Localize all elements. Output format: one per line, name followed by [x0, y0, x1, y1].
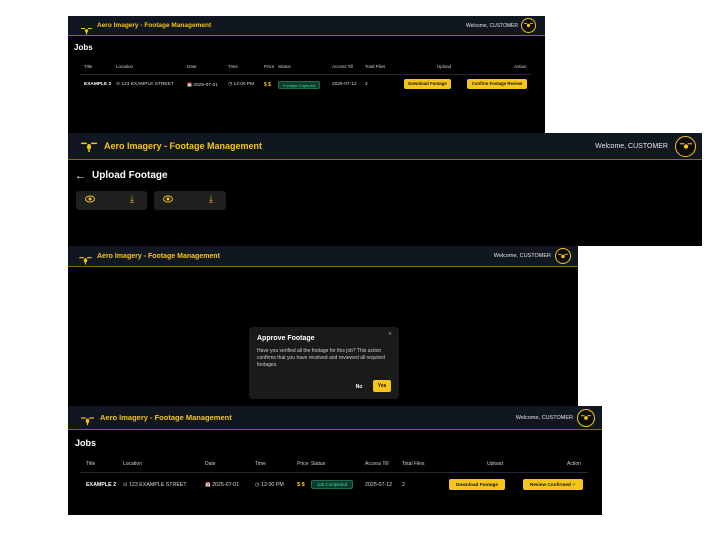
row-location-text: 123 EXAMPLE STREET [121, 82, 174, 87]
user-avatar-button[interactable] [555, 248, 571, 264]
col-status: Status [278, 64, 291, 69]
welcome-text: Welcome, CUSTOMER [493, 253, 551, 259]
yes-button[interactable]: Yes [373, 380, 391, 392]
row-date: 📅 2025-07-01 [205, 482, 239, 488]
col-time: Time [228, 64, 238, 69]
download-icon[interactable]: ⤓ [205, 194, 217, 205]
col-upload: Upload [437, 64, 452, 69]
jobs-panel-completed: Aero Imagery - Footage Management Welcom… [68, 406, 602, 515]
user-avatar-button[interactable] [675, 136, 696, 157]
app-title: Aero Imagery - Footage Management [100, 413, 232, 422]
drone-avatar-icon [524, 23, 533, 28]
row-price: $ $ [264, 82, 271, 88]
row-time-text: 12:00 PM [261, 482, 284, 488]
col-access-till: Access Till [365, 461, 389, 467]
row-date-text: 2025-07-01 [212, 482, 240, 488]
row-location: ⊙ 123 EXAMPLE STREET [123, 482, 187, 488]
welcome-text: Welcome, CUSTOMER [515, 415, 573, 421]
dialog-title: Approve Footage [257, 335, 315, 342]
col-access-till: Access Till [332, 64, 354, 69]
row-location: ⊙ 123 EXAMPLE STREET [116, 82, 174, 87]
user-avatar-button[interactable] [521, 18, 536, 33]
col-price: Price [297, 461, 309, 467]
col-action: Action [567, 461, 581, 467]
col-upload: Upload [487, 461, 503, 467]
page-title: Jobs [75, 438, 97, 448]
jobs-panel-captured: Aero Imagery - Footage Management Welcom… [68, 16, 545, 134]
row-time: ◷ 12:00 PM [255, 482, 284, 488]
col-total-files: Total Files [402, 461, 425, 467]
download-footage-button[interactable]: Download Footage [404, 79, 451, 89]
app-title: Aero Imagery - Footage Management [104, 141, 263, 151]
footage-tile: ⤓ [154, 191, 226, 210]
col-location: Location [123, 461, 142, 467]
col-time: Time [255, 461, 266, 467]
row-total-files: 2 [402, 482, 405, 488]
approve-footage-panel: Aero Imagery - Footage Management Welcom… [68, 246, 578, 406]
back-button[interactable]: ← [75, 170, 86, 182]
col-action: Action [514, 64, 527, 69]
clock-icon: ◷ [228, 82, 233, 87]
app-header: Aero Imagery - Footage Management Welcom… [68, 16, 545, 36]
col-date: Date [205, 461, 216, 467]
row-price: $ $ [297, 482, 305, 488]
drone-logo-icon [81, 22, 92, 34]
no-button[interactable]: No [352, 382, 366, 392]
dialog-message: Have you verified all the footage for th… [257, 348, 385, 368]
app-header: Aero Imagery - Footage Management Welcom… [68, 406, 602, 430]
status-badge: Footage Captured [278, 81, 320, 89]
drone-avatar-icon [679, 143, 692, 149]
drone-logo-icon [81, 413, 94, 425]
page-title: Upload Footage [92, 170, 168, 181]
eye-icon[interactable] [85, 195, 95, 205]
calendar-icon: 📅 [187, 82, 192, 87]
row-title: EXAMPLE 2 [86, 482, 117, 488]
approve-footage-dialog: × Approve Footage Have you verified all … [249, 327, 399, 399]
status-badge: Job Completed [311, 480, 353, 489]
arrow-left-icon: ← [75, 170, 86, 182]
col-status: Status [311, 461, 326, 467]
drone-avatar-icon [558, 253, 568, 258]
col-price: Price [264, 64, 275, 69]
row-date: 📅 2025-07-01 [187, 82, 218, 88]
row-time: ◷ 12:00 PM [228, 82, 254, 87]
drone-logo-icon [79, 252, 92, 264]
row-access-till: 2025-07-12 [332, 82, 357, 87]
pin-icon: ⊙ [116, 82, 121, 87]
row-total-files: 2 [365, 82, 368, 87]
header-divider [80, 472, 588, 473]
close-icon[interactable]: × [388, 331, 392, 338]
confirm-footage-review-button[interactable]: Confirm Footage Review [467, 79, 527, 89]
row-location-text: 123 EXAMPLE STREET [128, 482, 187, 488]
welcome-text: Welcome, CUSTOMER [595, 143, 668, 150]
drone-avatar-icon [581, 415, 591, 420]
app-title: Aero Imagery - Footage Management [97, 252, 220, 260]
header-divider [80, 74, 531, 75]
col-total-files: Total Files [365, 64, 386, 69]
upload-footage-panel: Aero Imagery - Footage Management Welcom… [68, 133, 702, 246]
welcome-text: Welcome, CUSTOMER [465, 23, 518, 29]
calendar-icon: 📅 [205, 482, 211, 487]
col-title: Title [84, 64, 93, 69]
row-access-till: 2025-07-12 [365, 482, 393, 488]
download-footage-button[interactable]: Download Footage [449, 479, 505, 490]
download-icon[interactable]: ⤓ [126, 194, 138, 205]
row-time-text: 12:00 PM [233, 82, 255, 87]
col-date: Date [187, 64, 197, 69]
review-confirmed-button[interactable]: Review Confirmed ✓ [523, 479, 583, 490]
col-location: Location [116, 64, 134, 69]
app-title: Aero Imagery - Footage Management [97, 22, 212, 29]
eye-icon[interactable] [163, 195, 173, 205]
clock-icon: ◷ [255, 482, 260, 488]
col-title: Title [86, 461, 96, 467]
row-title: EXAMPLE 2 [84, 82, 112, 87]
footage-tile: ⤓ [76, 191, 147, 210]
row-date-text: 2025-07-01 [193, 83, 218, 88]
user-avatar-button[interactable] [577, 409, 595, 427]
page-title: Jobs [74, 43, 93, 52]
drone-logo-icon [81, 140, 97, 153]
app-header: Aero Imagery - Footage Management Welcom… [68, 246, 578, 267]
app-header: Aero Imagery - Footage Management Welcom… [68, 133, 702, 160]
pin-icon: ⊙ [123, 482, 128, 488]
